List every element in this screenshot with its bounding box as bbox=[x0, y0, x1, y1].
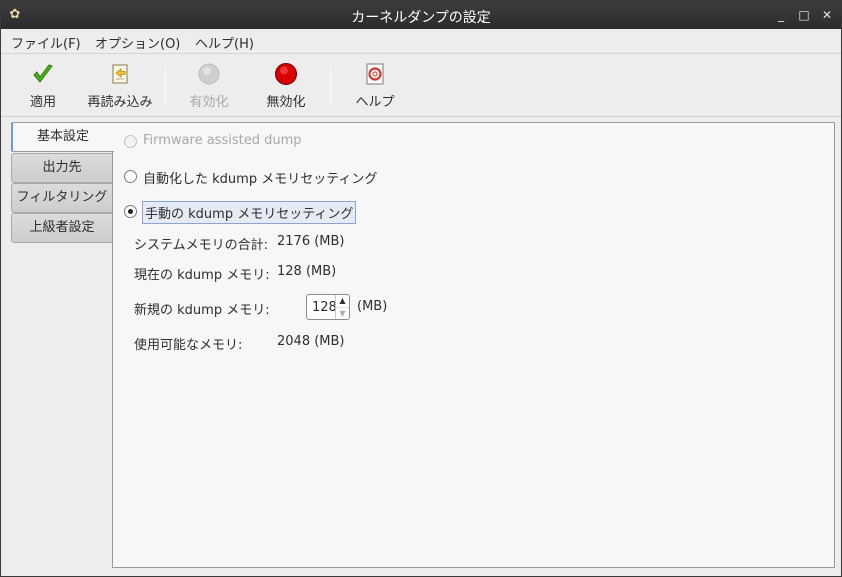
current-memory-value: 128 (MB) bbox=[277, 264, 337, 279]
apply-button[interactable]: 適用 bbox=[11, 54, 75, 116]
toolbar-separator bbox=[165, 67, 166, 105]
reload-label: 再読み込み bbox=[87, 95, 153, 110]
menu-file[interactable]: ファイル(F) bbox=[11, 33, 81, 52]
help-label: ヘルプ bbox=[355, 95, 395, 110]
main-window: ✿ カーネルダンプの設定 _ □ ✕ ファイル(F) オプション(O) ヘルプ(… bbox=[0, 0, 842, 577]
menu-help[interactable]: ヘルプ(H) bbox=[195, 33, 254, 52]
total-memory-value: 2176 (MB) bbox=[277, 234, 345, 249]
manual-setting-label: 手動の kdump メモリセッティング bbox=[142, 201, 357, 224]
disable-circle-icon bbox=[275, 63, 297, 85]
auto-setting-label: 自動化した kdump メモリセッティング bbox=[143, 172, 378, 187]
help-button[interactable]: ヘルプ bbox=[343, 54, 407, 116]
maximize-icon[interactable]: □ bbox=[796, 7, 812, 23]
radio-indicator bbox=[124, 170, 137, 183]
new-memory-input[interactable]: 128 bbox=[312, 300, 337, 315]
new-memory-stepper[interactable]: 128 ▲ ▼ bbox=[306, 294, 350, 320]
radio-indicator bbox=[124, 205, 137, 218]
disable-button[interactable]: 無効化 bbox=[254, 54, 318, 116]
menu-bar: ファイル(F) オプション(O) ヘルプ(H) bbox=[1, 29, 841, 54]
title-bar: ✿ カーネルダンプの設定 _ □ ✕ bbox=[1, 1, 841, 29]
total-memory-label: システムメモリの合計: bbox=[134, 238, 268, 253]
reload-icon bbox=[112, 64, 128, 84]
tab-basic[interactable]: 基本設定 bbox=[11, 122, 114, 152]
stepper-up-icon[interactable]: ▲ bbox=[336, 295, 349, 307]
apply-label: 適用 bbox=[29, 95, 56, 110]
disable-label: 無効化 bbox=[266, 95, 306, 110]
toolbar: 適用 再読み込み 有効化 無効化 ヘルプ bbox=[1, 54, 841, 117]
enable-label: 有効化 bbox=[189, 95, 229, 110]
usable-memory-label: 使用可能なメモリ: bbox=[134, 338, 243, 353]
checkmark-icon bbox=[33, 64, 53, 83]
close-icon[interactable]: ✕ bbox=[819, 7, 835, 23]
toolbar-separator bbox=[330, 67, 331, 105]
help-lifebuoy-icon bbox=[366, 63, 384, 85]
firmware-assisted-label: Firmware assisted dump bbox=[143, 133, 302, 148]
minimize-icon[interactable]: _ bbox=[773, 7, 789, 23]
stepper-down-icon[interactable]: ▼ bbox=[336, 307, 349, 319]
tab-filtering[interactable]: フィルタリング bbox=[11, 183, 113, 213]
current-memory-label: 現在の kdump メモリ: bbox=[134, 268, 270, 283]
basic-settings-panel: Firmware assisted dump 自動化した kdump メモリセッ… bbox=[112, 122, 835, 568]
radio-indicator bbox=[124, 135, 137, 148]
menu-options[interactable]: オプション(O) bbox=[95, 33, 180, 52]
new-memory-label: 新規の kdump メモリ: bbox=[134, 303, 270, 318]
window-title: カーネルダンプの設定 bbox=[351, 10, 491, 26]
stepper-arrows: ▲ ▼ bbox=[335, 295, 349, 319]
enable-circle-icon bbox=[198, 63, 220, 85]
tab-output[interactable]: 出力先 bbox=[11, 153, 113, 183]
new-memory-unit: (MB) bbox=[357, 299, 388, 314]
tab-advanced[interactable]: 上級者設定 bbox=[11, 213, 113, 243]
usable-memory-value: 2048 (MB) bbox=[277, 334, 345, 349]
reload-button[interactable]: 再読み込み bbox=[83, 54, 157, 116]
enable-button[interactable]: 有効化 bbox=[177, 54, 241, 116]
radio-selected-dot bbox=[128, 209, 133, 214]
